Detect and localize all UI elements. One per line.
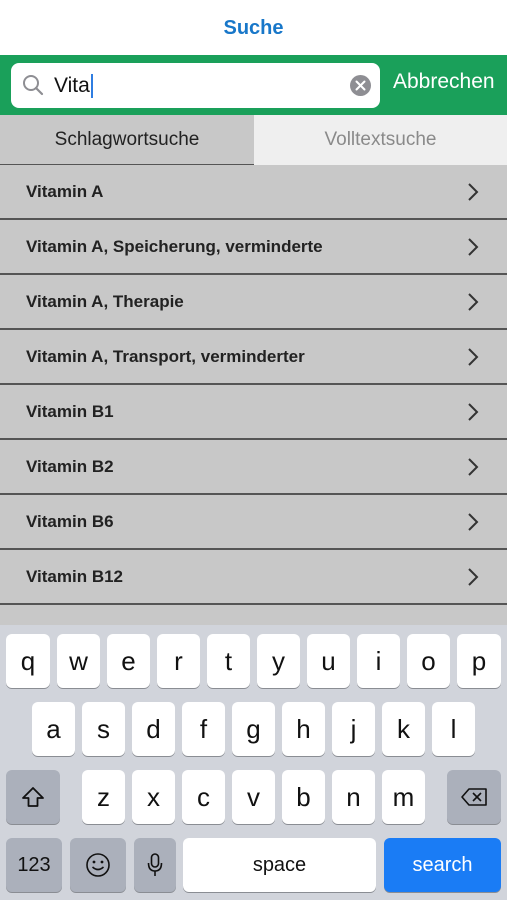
key-p[interactable]: p [457, 634, 501, 688]
dictation-key[interactable] [134, 838, 176, 892]
search-icon [23, 75, 44, 96]
list-item[interactable]: Vitamin A [0, 165, 507, 220]
result-list: Vitamin A Vitamin A, Speicherung, vermin… [0, 165, 507, 625]
key-z[interactable]: z [82, 770, 125, 824]
on-screen-keyboard: q w e r t y u i o p a s d f g h j k l z … [0, 625, 507, 900]
page-title: Suche [223, 17, 284, 39]
search-input-value: Vita [54, 74, 90, 97]
list-item[interactable]: Vitamin B2 [0, 440, 507, 495]
key-b[interactable]: b [282, 770, 325, 824]
chevron-right-icon [468, 183, 479, 201]
key-q[interactable]: q [6, 634, 50, 688]
key-t[interactable]: t [207, 634, 250, 688]
search-field[interactable]: Vita [11, 63, 380, 108]
key-n[interactable]: n [332, 770, 375, 824]
list-item-label: Vitamin B2 [26, 456, 114, 476]
list-item[interactable]: Vitamin A, Speicherung, verminderte [0, 220, 507, 275]
list-item[interactable]: Vitamin A, Therapie [0, 275, 507, 330]
list-item-label: Vitamin A [26, 181, 104, 201]
text-caret [90, 74, 93, 98]
search-bar: Vita Abbrechen [0, 55, 507, 115]
key-j[interactable]: j [332, 702, 375, 756]
key-d[interactable]: d [132, 702, 175, 756]
list-item-label: Vitamin A, Therapie [26, 291, 184, 311]
key-k[interactable]: k [382, 702, 425, 756]
key-v[interactable]: v [232, 770, 275, 824]
key-l[interactable]: l [432, 702, 475, 756]
key-o[interactable]: o [407, 634, 450, 688]
chevron-right-icon [468, 513, 479, 531]
list-item[interactable]: Vitamin A, Transport, verminderter [0, 330, 507, 385]
search-mode-tabs: Schlagwortsuche Volltextsuche [0, 115, 507, 165]
key-c[interactable]: c [182, 770, 225, 824]
key-e[interactable]: e [107, 634, 150, 688]
key-y[interactable]: y [257, 634, 300, 688]
chevron-right-icon [468, 403, 479, 421]
key-m[interactable]: m [382, 770, 425, 824]
key-s[interactable]: s [82, 702, 125, 756]
shift-icon [22, 787, 44, 807]
list-item[interactable]: Vitamin B12 [0, 550, 507, 605]
list-item[interactable]: Vitamin B1 [0, 385, 507, 440]
chevron-right-icon [468, 238, 479, 256]
key-u[interactable]: u [307, 634, 350, 688]
key-i[interactable]: i [357, 634, 400, 688]
shift-key[interactable] [6, 770, 60, 824]
key-h[interactable]: h [282, 702, 325, 756]
list-item-label: Vitamin A, Transport, verminderter [26, 346, 305, 366]
numbers-key[interactable]: 123 [6, 838, 62, 892]
backspace-key[interactable] [447, 770, 501, 824]
key-a[interactable]: a [32, 702, 75, 756]
emoji-icon [86, 853, 110, 877]
chevron-right-icon [468, 568, 479, 586]
backspace-icon [461, 788, 487, 806]
chevron-right-icon [468, 348, 479, 366]
space-key[interactable]: space [183, 838, 376, 892]
search-key[interactable]: search [384, 838, 501, 892]
list-item-label: Vitamin B1 [26, 401, 114, 421]
key-w[interactable]: w [57, 634, 100, 688]
tab-volltextsuche[interactable]: Volltextsuche [254, 115, 507, 165]
key-f[interactable]: f [182, 702, 225, 756]
chevron-right-icon [468, 293, 479, 311]
emoji-key[interactable] [70, 838, 126, 892]
cancel-button[interactable]: Abbrechen [393, 70, 495, 94]
key-r[interactable]: r [157, 634, 200, 688]
key-x[interactable]: x [132, 770, 175, 824]
list-item[interactable]: Vitamin B6 [0, 495, 507, 550]
chevron-right-icon [468, 458, 479, 476]
microphone-icon [147, 853, 163, 876]
list-item-label: Vitamin A, Speicherung, verminderte [26, 236, 323, 256]
close-icon [355, 80, 366, 91]
clear-icon[interactable] [350, 75, 371, 96]
tab-schlagwortsuche[interactable]: Schlagwortsuche [0, 115, 254, 165]
search-input[interactable]: Vita [54, 73, 93, 99]
nav-bar: Suche [0, 0, 507, 55]
key-g[interactable]: g [232, 702, 275, 756]
list-item-label: Vitamin B6 [26, 511, 114, 531]
list-item-label: Vitamin B12 [26, 566, 124, 586]
